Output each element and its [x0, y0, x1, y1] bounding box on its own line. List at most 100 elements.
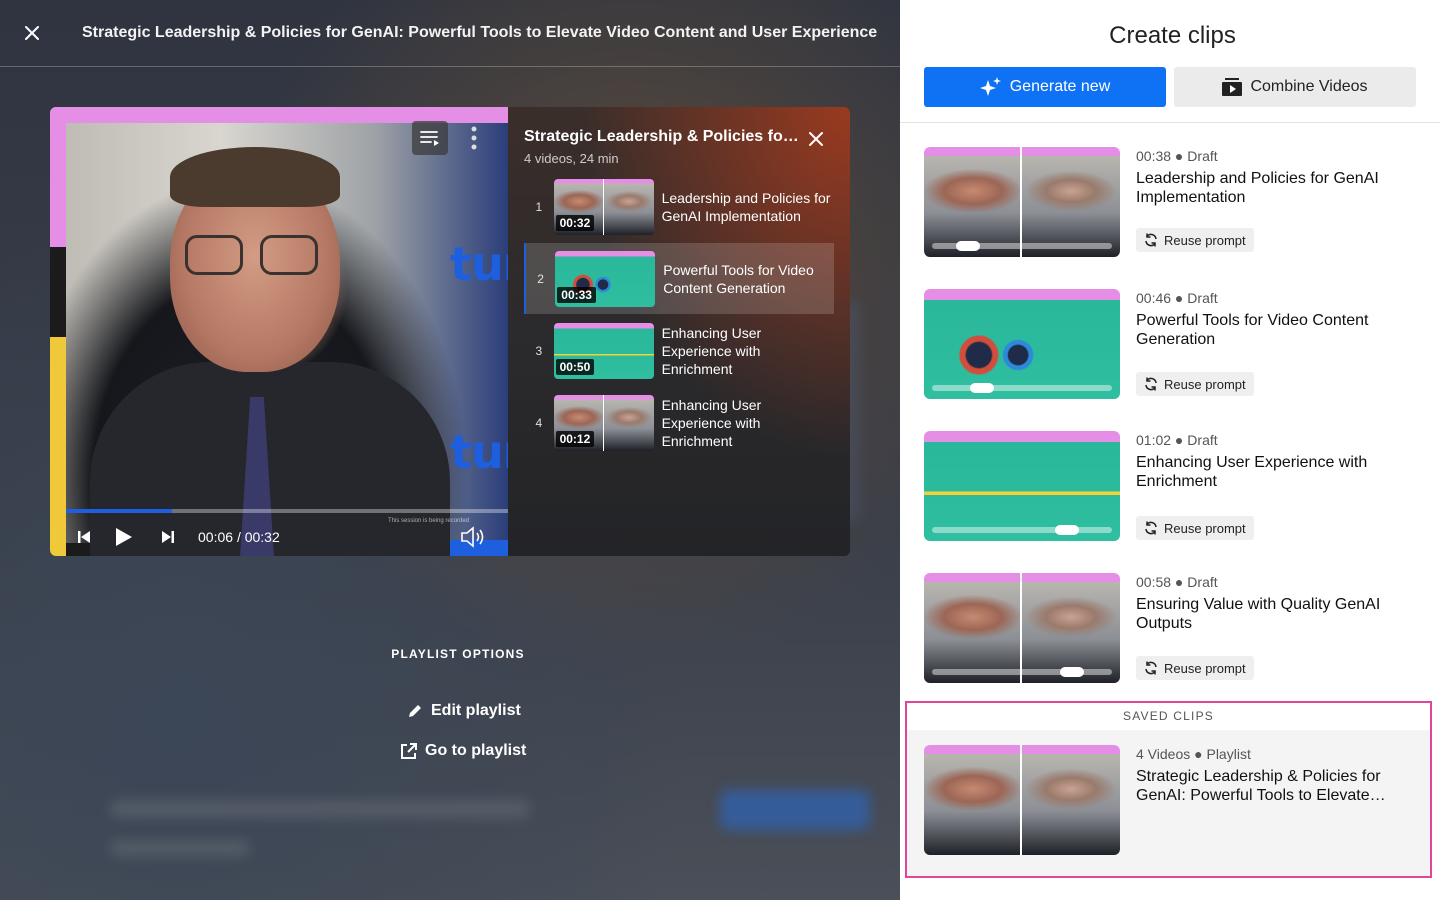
brand-stripe [50, 107, 66, 247]
clip-thumbnail[interactable] [924, 431, 1120, 541]
speaker-hair [170, 147, 340, 207]
clip-card[interactable]: 00:46 ● Draft Powerful Tools for Video C… [924, 289, 1420, 399]
player-overlay: Strategic Leadership & Policies for GenA… [0, 0, 900, 900]
playlist-item-thumbnail: 00:33 [555, 250, 656, 307]
volume-icon [461, 526, 484, 548]
playlist-item-duration: 00:50 [555, 358, 595, 375]
saved-clip-meta: 4 Videos ● Playlist [1136, 746, 1251, 762]
clip-status: Draft [1187, 290, 1218, 306]
player-controls: 00:06 / 00:32 [66, 521, 508, 553]
clip-scrubber-knob[interactable] [970, 383, 995, 393]
clip-status: Draft [1187, 432, 1218, 448]
brand-text: tur [450, 425, 508, 479]
playlist-item[interactable]: 3 00:50 Enhancing User Experience with E… [524, 315, 834, 386]
clip-scrubber[interactable] [932, 525, 1112, 535]
playlist-item-number: 4 [535, 415, 543, 430]
brand-stripe [50, 337, 66, 556]
reuse-prompt-button[interactable]: Reuse prompt [1136, 516, 1254, 540]
clip-scrubber-knob[interactable] [1055, 525, 1079, 535]
seek-bar-progress [66, 509, 173, 513]
clip-scrubber[interactable] [932, 241, 1112, 251]
playlist-title: Strategic Leadership & Policies for GenA… [524, 128, 799, 145]
previous-button[interactable] [66, 521, 102, 553]
top-bar: Strategic Leadership & Policies for GenA… [0, 0, 900, 67]
clip-scrubber[interactable] [932, 383, 1112, 393]
edit-playlist-link[interactable]: Edit playlist [407, 702, 521, 720]
playlist-icon [420, 131, 439, 146]
saved-clip-thumbnail[interactable] [924, 745, 1120, 855]
time-separator: / [236, 529, 241, 545]
sparkle-icon [979, 77, 1002, 97]
video-library-icon [1222, 78, 1243, 96]
volume-button[interactable] [460, 521, 488, 553]
playlist-options-heading: PLAYLIST OPTIONS [391, 647, 525, 661]
clip-card[interactable]: 00:38 ● Draft Leadership and Policies fo… [924, 147, 1420, 257]
refresh-icon [1145, 233, 1157, 247]
clip-title: Powerful Tools for Video Content Generat… [1136, 312, 1369, 348]
playlist-item[interactable]: 1 00:32 Leadership and Policies for GenA… [524, 171, 834, 242]
reuse-prompt-label: Reuse prompt [1164, 376, 1246, 392]
playlist-meta: 4 videos, 24 min [524, 151, 619, 166]
clip-thumbnail[interactable] [924, 147, 1120, 257]
reuse-prompt-label: Reuse prompt [1164, 232, 1246, 248]
clip-status: Draft [1187, 574, 1218, 590]
playlist-toggle-button[interactable] [412, 121, 448, 155]
playlist-item-duration: 00:33 [557, 286, 596, 303]
clip-status: Draft [1187, 148, 1218, 164]
clip-scrubber[interactable] [932, 667, 1112, 677]
clip-duration: 00:58 [1136, 574, 1172, 590]
play-icon [116, 528, 132, 546]
clip-scrubber-knob[interactable] [956, 241, 980, 251]
combine-videos-label: Combine Videos [1250, 78, 1368, 95]
clip-meta: 00:58 ● Draft [1136, 574, 1218, 590]
refresh-icon [1145, 377, 1157, 391]
time-display: 00:06 / 00:32 [198, 529, 280, 545]
playlist-item-thumbnail: 00:32 [553, 178, 654, 235]
saved-clip-count: 4 Videos [1136, 746, 1191, 762]
close-button[interactable] [0, 0, 64, 67]
playlist-item-active[interactable]: 2 00:33 Powerful Tools for Video Content… [524, 243, 834, 314]
play-button[interactable] [102, 521, 146, 553]
combine-videos-button[interactable]: Combine Videos [1174, 67, 1416, 107]
pencil-icon [409, 705, 421, 717]
playlist-item-thumbnail: 00:50 [553, 322, 654, 379]
backdrop-blur [110, 800, 530, 818]
clip-card[interactable]: 01:02 ● Draft Enhancing User Experience … [924, 431, 1420, 541]
brand-text: tur [450, 237, 508, 291]
backdrop-blur [110, 840, 250, 856]
skip-previous-icon [78, 531, 90, 543]
playlist-item[interactable]: 4 00:12 Enhancing User Experience with E… [524, 387, 834, 458]
divider [900, 122, 1440, 123]
clip-meta: 01:02 ● Draft [1136, 432, 1218, 448]
panel-title: Create clips [1109, 22, 1236, 49]
next-button[interactable] [146, 521, 190, 553]
saved-clips-section: SAVED CLIPS 4 Videos ● Playlist Strategi… [905, 701, 1432, 878]
playlist-item-thumbnail: 00:12 [553, 394, 654, 451]
playlist-item-label: Leadership and Policies for GenAI Implem… [661, 189, 831, 224]
clip-thumbnail[interactable] [924, 289, 1120, 399]
reuse-prompt-button[interactable]: Reuse prompt [1136, 372, 1254, 396]
go-to-playlist-link[interactable]: Go to playlist [400, 742, 526, 760]
generate-new-button[interactable]: Generate new [924, 67, 1166, 107]
clip-card[interactable]: 00:58 ● Draft Ensuring Value with Qualit… [924, 573, 1420, 683]
playlist-item-number: 3 [535, 343, 543, 358]
more-options-button[interactable] [464, 123, 484, 153]
reuse-prompt-button[interactable]: Reuse prompt [1136, 228, 1254, 252]
playlist-close-button[interactable] [804, 127, 828, 151]
current-time: 00:06 [198, 529, 234, 545]
clip-thumbnail[interactable] [924, 573, 1120, 683]
refresh-icon [1145, 661, 1157, 675]
reuse-prompt-label: Reuse prompt [1164, 520, 1246, 536]
video-area[interactable]: tur tur This session is [50, 107, 508, 556]
page-title: Strategic Leadership & Policies for GenA… [82, 24, 878, 41]
clip-duration: 01:02 [1136, 432, 1172, 448]
more-vertical-icon [471, 126, 477, 150]
clip-scrubber-knob[interactable] [1060, 667, 1085, 677]
seek-bar[interactable] [66, 509, 508, 513]
saved-clip-card[interactable]: 4 Videos ● Playlist Strategic Leadership… [924, 745, 1420, 855]
playlist-panel: Strategic Leadership & Policies for GenA… [508, 107, 850, 556]
speaker-glasses [260, 235, 318, 275]
refresh-icon [1145, 521, 1157, 535]
playlist-item-number: 2 [537, 271, 544, 286]
reuse-prompt-button[interactable]: Reuse prompt [1136, 656, 1254, 680]
